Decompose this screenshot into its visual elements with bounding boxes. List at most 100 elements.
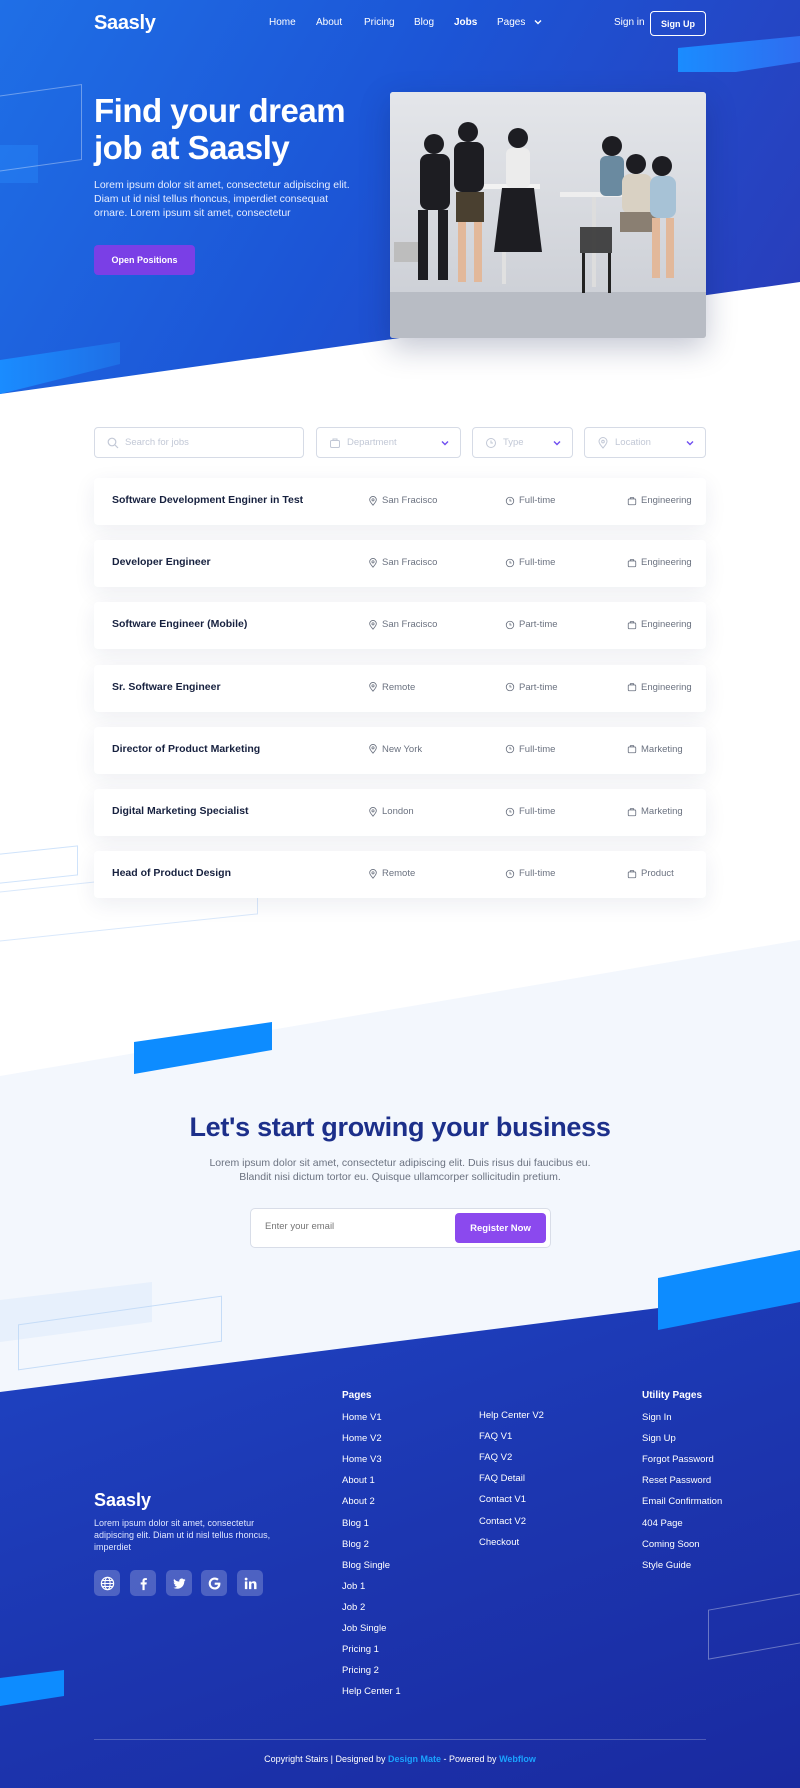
- nav-about[interactable]: About: [316, 17, 342, 28]
- globe-icon[interactable]: [94, 1570, 120, 1596]
- job-row[interactable]: Developer Engineer San Fracisco Full-time E…: [94, 540, 706, 588]
- google-icon[interactable]: [201, 1570, 227, 1596]
- map-pin-icon: [369, 619, 377, 630]
- list-decor-outline-1: [0, 845, 78, 885]
- briefcase-icon: [627, 621, 637, 630]
- twitter-icon[interactable]: [166, 1570, 192, 1596]
- footer-utility-heading: Utility Pages: [642, 1390, 703, 1401]
- nav-jobs[interactable]: Jobs: [454, 17, 477, 28]
- job-row[interactable]: Software Engineer (Mobile) San Fracisco Pa…: [94, 602, 706, 650]
- footer-page-link[interactable]: Contact V1: [479, 1494, 526, 1505]
- powered-prefix: - Powered by: [443, 1754, 497, 1764]
- open-positions-button[interactable]: Open Positions: [94, 245, 195, 275]
- footer-page-link[interactable]: Pricing 1: [342, 1644, 379, 1655]
- clock-icon: [505, 620, 515, 630]
- footer-page-link[interactable]: Checkout: [479, 1537, 519, 1548]
- footer-page-link[interactable]: FAQ Detail: [479, 1473, 525, 1484]
- job-title[interactable]: Software Engineer (Mobile): [112, 618, 247, 630]
- footer-page-link[interactable]: FAQ V2: [479, 1452, 512, 1463]
- footer-page-link[interactable]: Blog Single: [342, 1560, 390, 1571]
- job-type: Full-time: [505, 868, 555, 879]
- signin-link[interactable]: Sign in: [614, 17, 645, 28]
- footer-pages-heading: Pages: [342, 1390, 372, 1401]
- footer-utility-link[interactable]: Sign Up: [642, 1433, 676, 1444]
- brand-logo[interactable]: Saasly: [94, 12, 156, 35]
- footer-page-link[interactable]: Home V2: [342, 1433, 382, 1444]
- footer-utility-link[interactable]: 404 Page: [642, 1518, 683, 1529]
- briefcase-icon: [627, 745, 637, 754]
- job-department: Engineering: [627, 619, 692, 630]
- job-location-text: San Fracisco: [382, 495, 438, 506]
- nav-pages[interactable]: Pages: [497, 17, 542, 28]
- chevron-down-icon: [686, 441, 694, 446]
- footer-page-link[interactable]: Blog 1: [342, 1518, 369, 1529]
- job-department: Marketing: [627, 806, 683, 817]
- footer-page-link[interactable]: Home V1: [342, 1412, 382, 1423]
- footer-page-link[interactable]: FAQ V1: [479, 1431, 512, 1442]
- email-input[interactable]: [265, 1221, 445, 1232]
- footer-page-link[interactable]: Help Center V2: [479, 1410, 544, 1421]
- department-select-value: Department: [347, 437, 397, 448]
- briefcase-icon: [627, 496, 637, 505]
- department-select[interactable]: Department: [316, 427, 461, 458]
- job-title[interactable]: Director of Product Marketing: [112, 743, 260, 755]
- job-row[interactable]: Software Development Enginer in Test San …: [94, 478, 706, 525]
- footer-page-link[interactable]: Pricing 2: [342, 1665, 379, 1676]
- footer-page-link[interactable]: Help Center 1: [342, 1686, 401, 1697]
- briefcase-icon: [627, 683, 637, 692]
- footer-page-link[interactable]: Job Single: [342, 1623, 386, 1634]
- footer-utility-link[interactable]: Forgot Password: [642, 1454, 714, 1465]
- footer-utility-link[interactable]: Style Guide: [642, 1560, 691, 1571]
- footer-utility-link[interactable]: Coming Soon: [642, 1539, 700, 1550]
- footer-page-link[interactable]: About 2: [342, 1496, 375, 1507]
- job-department-text: Marketing: [641, 806, 683, 817]
- job-type: Full-time: [505, 744, 555, 755]
- clock-icon: [505, 558, 515, 567]
- footer-utility-link[interactable]: Sign In: [642, 1412, 672, 1423]
- register-now-button[interactable]: Register Now: [455, 1213, 546, 1243]
- type-select[interactable]: Type: [472, 427, 573, 458]
- job-title[interactable]: Sr. Software Engineer: [112, 681, 221, 693]
- footer-utility-link[interactable]: Reset Password: [642, 1475, 711, 1486]
- footer-logo[interactable]: Saasly: [94, 1490, 151, 1511]
- footer-page-link[interactable]: Blog 2: [342, 1539, 369, 1550]
- nav-blog[interactable]: Blog: [414, 17, 434, 28]
- footer-page-link[interactable]: Home V3: [342, 1454, 382, 1465]
- clock-icon: [505, 869, 515, 878]
- footer-divider: [94, 1739, 706, 1740]
- job-row[interactable]: Director of Product Marketing New York Ful…: [94, 726, 706, 774]
- job-row[interactable]: Head of Product Design Remote Full-time Pro…: [94, 851, 706, 899]
- footer-page-link[interactable]: Contact V2: [479, 1516, 526, 1527]
- briefcase-icon: [627, 869, 637, 878]
- job-department: Engineering: [627, 557, 692, 568]
- footer-page-link[interactable]: Job 1: [342, 1581, 365, 1592]
- footer-utility-link[interactable]: Email Confirmation: [642, 1496, 722, 1507]
- job-location-text: New York: [382, 743, 423, 755]
- job-title[interactable]: Head of Product Design: [112, 867, 231, 879]
- map-pin-icon: [598, 436, 608, 449]
- job-row[interactable]: Digital Marketing Specialist London Full-t…: [94, 789, 706, 836]
- linkedin-icon[interactable]: [237, 1570, 263, 1596]
- clock-icon: [505, 496, 515, 505]
- footer-page-link[interactable]: About 1: [342, 1475, 375, 1486]
- facebook-icon[interactable]: [130, 1570, 156, 1596]
- job-search-field[interactable]: Search for jobs: [94, 427, 304, 458]
- nav-pricing[interactable]: Pricing: [364, 17, 395, 28]
- signup-button[interactable]: Sign Up: [650, 11, 706, 36]
- job-location-text: London: [382, 806, 414, 817]
- hero-title: Find your dream job at Saasly: [94, 92, 346, 166]
- chevron-down-icon: [534, 20, 542, 25]
- job-title[interactable]: Software Development Enginer in Test: [112, 494, 303, 506]
- nav-home[interactable]: Home: [269, 17, 296, 28]
- job-type-text: Part-time: [519, 681, 558, 693]
- job-title[interactable]: Digital Marketing Specialist: [112, 805, 249, 817]
- job-row[interactable]: Sr. Software Engineer Remote Part-time Engi…: [94, 664, 706, 712]
- footer-page-link[interactable]: Job 2: [342, 1602, 365, 1613]
- map-pin-icon: [369, 557, 377, 568]
- webflow-link[interactable]: Webflow: [499, 1754, 536, 1764]
- designer-link[interactable]: Design Mate: [388, 1754, 441, 1764]
- location-select[interactable]: Location: [584, 427, 706, 458]
- job-department: Product: [627, 868, 674, 879]
- job-title[interactable]: Developer Engineer: [112, 556, 211, 568]
- job-location-text: Remote: [382, 868, 416, 880]
